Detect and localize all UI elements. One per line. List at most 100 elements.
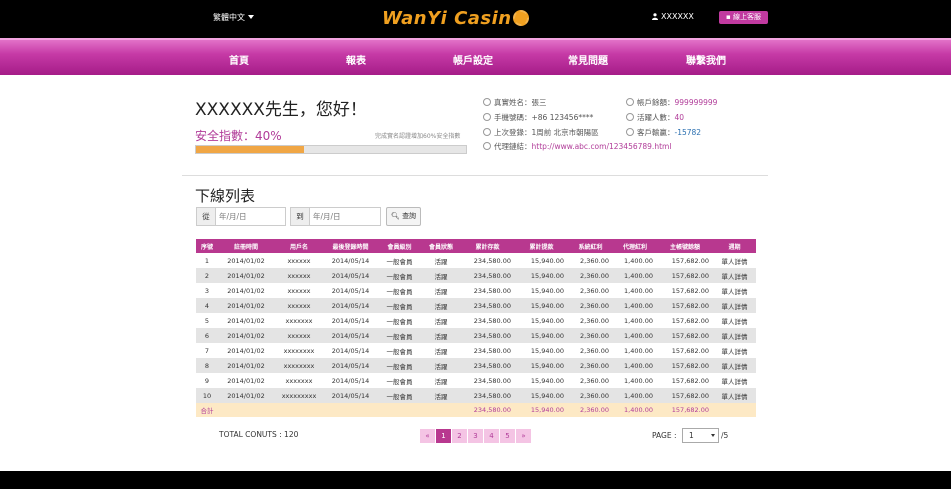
detail-link[interactable]: 單人詳情 (713, 283, 756, 298)
table-cell: 一般會員 (377, 253, 422, 268)
table-cell: 一般會員 (377, 298, 422, 313)
chevron-down-icon (711, 434, 715, 437)
table-cell: 2,360.00 (568, 313, 613, 328)
table-cell: 157,682.00 (657, 388, 713, 403)
table-cell: 活躍 (422, 388, 460, 403)
total-cell (713, 403, 756, 417)
nav-contact[interactable]: 聯繫我們 (686, 52, 726, 67)
table-cell: 2014/01/02 (218, 373, 274, 388)
nav-home[interactable]: 首頁 (229, 52, 249, 67)
table-cell: 一般會員 (377, 373, 422, 388)
clock-icon (483, 128, 491, 136)
column-header: 代理紅利 (613, 239, 657, 253)
table-row: 9 2014/01/02 xxxxxxx 2014/05/14 一般會員 活躍 234,58… (196, 373, 756, 388)
table-cell: 8 (196, 358, 218, 373)
date-from-input[interactable] (219, 210, 279, 223)
table-cell: 1,400.00 (613, 253, 657, 268)
info-client-winloss: 客戶輸贏：-15782 (626, 127, 701, 138)
downline-title: 下線列表 (195, 187, 256, 205)
table-cell: 2014/05/14 (324, 313, 377, 328)
table-cell: 1,400.00 (613, 313, 657, 328)
table-cell: 15,940.00 (515, 313, 568, 328)
table-row: 6 2014/01/02 xxxxxx 2014/05/14 一般會員 活躍 234,580… (196, 328, 756, 343)
detail-link[interactable]: 單人詳情 (713, 313, 756, 328)
table-cell: 15,940.00 (515, 268, 568, 283)
agent-link[interactable]: http://www.abc.com/123456789.html (532, 142, 672, 151)
table-cell: 157,682.00 (657, 328, 713, 343)
column-header: 累計存款 (460, 239, 515, 253)
table-cell: 15,940.00 (515, 373, 568, 388)
table-cell: 1,400.00 (613, 298, 657, 313)
table-cell: 15,940.00 (515, 328, 568, 343)
table-row: 10 2014/01/02 xxxxxxxxx 2014/05/14 一般會員 活躍 234… (196, 388, 756, 403)
wallet-icon (626, 98, 634, 106)
table-cell: 4 (196, 298, 218, 313)
page-number[interactable]: 5 (500, 429, 516, 443)
table-cell: 234,580.00 (460, 358, 515, 373)
table-cell: 活躍 (422, 283, 460, 298)
table-cell: 活躍 (422, 253, 460, 268)
logo[interactable]: WanYi Casin (382, 8, 529, 29)
table-cell: 7 (196, 343, 218, 358)
customer-service-button[interactable]: ▪ 線上客服 (719, 11, 768, 24)
total-cell (274, 403, 324, 417)
search-button[interactable]: 🔍︎ 查詢 (386, 207, 421, 226)
table-cell: 1 (196, 253, 218, 268)
total-cell (218, 403, 274, 417)
table-cell: 15,940.00 (515, 358, 568, 373)
page-select[interactable]: 1 (682, 428, 719, 443)
page-number[interactable]: 3 (468, 429, 484, 443)
table-cell: 2014/01/02 (218, 253, 274, 268)
detail-link[interactable]: 單人詳情 (713, 328, 756, 343)
column-header: 會員級別 (377, 239, 422, 253)
table-cell: 一般會員 (377, 283, 422, 298)
column-header: 註冊時間 (218, 239, 274, 253)
nav-account-settings[interactable]: 帳戶設定 (453, 52, 493, 67)
detail-link[interactable]: 單人詳情 (713, 358, 756, 373)
table-header: 序號 註冊時間 用戶名 最後登錄時間 會員級別 會員狀態 累計存款 累計提款 系統紅利 代理紅利主… (196, 239, 756, 253)
user-menu[interactable]: XXXXXX (652, 12, 694, 21)
page-prev[interactable]: « (420, 429, 436, 443)
date-to-input[interactable] (313, 210, 373, 223)
nav-faq[interactable]: 常見問題 (568, 52, 608, 67)
table-cell: 2014/01/02 (218, 343, 274, 358)
page-number[interactable]: 2 (452, 429, 468, 443)
table-cell: 15,940.00 (515, 283, 568, 298)
date-from-group: 從 (196, 207, 286, 226)
table-cell: 234,580.00 (460, 283, 515, 298)
table-cell: 10 (196, 388, 218, 403)
table-cell: 2,360.00 (568, 298, 613, 313)
table-cell: 2014/01/02 (218, 268, 274, 283)
date-to-group: 到 (290, 207, 381, 226)
total-cell: 2,360.00 (568, 403, 613, 417)
table-cell: 1,400.00 (613, 358, 657, 373)
table-cell: 2014/05/14 (324, 358, 377, 373)
detail-link[interactable]: 單人詳情 (713, 298, 756, 313)
table-cell: 2014/05/14 (324, 373, 377, 388)
table-cell: xxxxxxxxx (274, 388, 324, 403)
casino-chip-icon (512, 10, 529, 26)
detail-link[interactable]: 單人詳情 (713, 343, 756, 358)
page-number[interactable]: 4 (484, 429, 500, 443)
chat-icon: ▪ (726, 13, 731, 21)
page-next[interactable]: » (516, 429, 532, 443)
detail-link[interactable]: 單人詳情 (713, 373, 756, 388)
table-cell: 2014/05/14 (324, 283, 377, 298)
table-cell: xxxxxxxx (274, 358, 324, 373)
language-select[interactable]: 繁體中文 (213, 12, 254, 23)
total-cell (422, 403, 460, 417)
username: XXXXXX (661, 12, 694, 21)
detail-link[interactable]: 單人詳情 (713, 268, 756, 283)
page-number[interactable]: 1 (436, 429, 452, 443)
search-icon: 🔍︎ (390, 212, 400, 220)
greeting: XXXXXX先生，您好！ (195, 100, 367, 120)
table-cell: 活躍 (422, 358, 460, 373)
table-cell: 1,400.00 (613, 343, 657, 358)
detail-link[interactable]: 單人詳情 (713, 253, 756, 268)
page: 繁體中文 WanYi Casin XXXXXX ▪ 線上客服 首頁 報表 帳戶設… (0, 0, 951, 489)
detail-link[interactable]: 單人詳情 (713, 388, 756, 403)
user-icon (652, 13, 658, 20)
nav-reports[interactable]: 報表 (346, 52, 366, 67)
table-body: 1 2014/01/02 xxxxxx 2014/05/14 一般會員 活躍 234,580… (196, 253, 756, 417)
table-cell: 234,580.00 (460, 328, 515, 343)
